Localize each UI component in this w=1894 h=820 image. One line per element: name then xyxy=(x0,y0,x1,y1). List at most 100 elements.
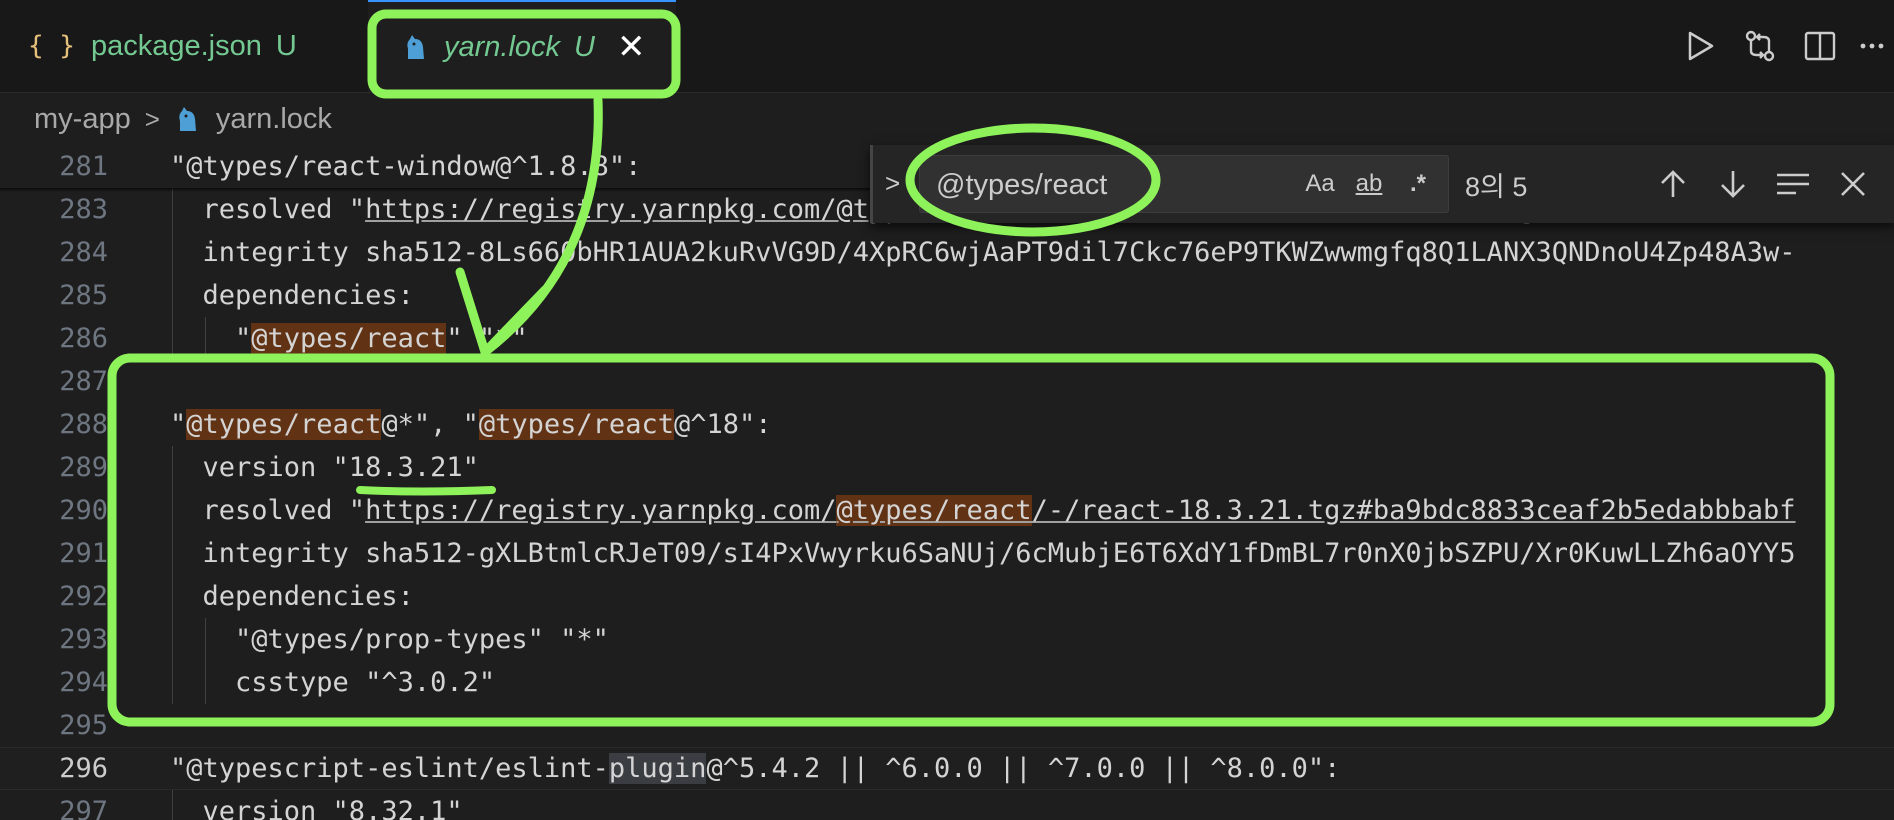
code-token: integrity sha512-gXLBtmlcRJeT09/sI4PxVwy… xyxy=(170,538,1796,569)
line-number: 292 xyxy=(59,581,108,612)
code-token: " "*" xyxy=(446,323,528,354)
editor-actions xyxy=(1670,0,1894,92)
line-number: 297 xyxy=(59,796,108,820)
code-line[interactable]: 284 integrity sha512-8Ls660bHR1AUA2kuRvV… xyxy=(0,231,1894,274)
use-regex-icon[interactable]: .* xyxy=(1398,166,1438,202)
indent-guide xyxy=(204,317,206,360)
close-tab-icon[interactable]: ✕ xyxy=(617,30,646,64)
code-line[interactable]: 285 dependencies: xyxy=(0,274,1894,317)
code-token: /-/react-18.3.21.tgz#ba9bdc8833ceaf2b5ed… xyxy=(1031,495,1796,526)
line-number: 293 xyxy=(59,624,108,655)
code-line[interactable]: 296 "@typescript-eslint/eslint-plugin@^5.… xyxy=(0,747,1894,790)
find-widget: > Aa ab .* 8의 5 xyxy=(870,145,1894,223)
indent-guide xyxy=(172,231,173,274)
json-file-icon: { } xyxy=(28,31,75,61)
line-number: 286 xyxy=(59,323,108,354)
breadcrumb-folder[interactable]: my-app xyxy=(34,103,131,136)
code-text: integrity sha512-gXLBtmlcRJeT09/sI4PxVwy… xyxy=(170,538,1796,569)
code-token: version "18.3.21" xyxy=(170,452,479,483)
code-line[interactable]: 287 xyxy=(0,360,1894,403)
tab-package-json[interactable]: { } package.json U xyxy=(0,0,368,92)
code-editor[interactable]: 283 resolved "https://registry.yarnpkg.c… xyxy=(0,145,1894,820)
code-text: csstype "^3.0.2" xyxy=(170,667,495,698)
indent-guide xyxy=(172,532,173,575)
code-token: @types/react xyxy=(186,409,382,440)
code-line[interactable]: 293 "@types/prop-types" "*" xyxy=(0,618,1894,661)
indent-guide xyxy=(172,575,173,618)
code-token: " xyxy=(170,323,252,354)
breadcrumb: my-app > yarn.lock xyxy=(0,93,1894,145)
code-token: dependencies: xyxy=(170,280,414,311)
code-token: @types/react xyxy=(836,495,1032,526)
code-line[interactable]: 295 xyxy=(0,704,1894,747)
line-number: 294 xyxy=(59,667,108,698)
code-text: "@types/react" "*" xyxy=(170,323,528,354)
indent-guide xyxy=(172,661,173,704)
indent-guide xyxy=(172,188,173,231)
line-number: 287 xyxy=(59,366,108,397)
line-number: 281 xyxy=(59,151,108,182)
more-icon[interactable] xyxy=(1850,16,1894,76)
find-input[interactable] xyxy=(934,156,1278,214)
code-token: plugin xyxy=(608,753,707,784)
code-line[interactable]: 292 dependencies: xyxy=(0,575,1894,618)
code-token: dependencies: xyxy=(170,581,414,612)
line-number: 284 xyxy=(59,237,108,268)
match-whole-word-icon[interactable]: ab xyxy=(1348,166,1390,202)
tab-yarn-lock[interactable]: yarn.lock U ✕ xyxy=(368,0,676,92)
line-number: 291 xyxy=(59,538,108,569)
code-token: https://registry.yarnpkg.com/ xyxy=(365,194,837,225)
untracked-badge: U xyxy=(275,29,297,62)
code-token: version "8.32.1" xyxy=(170,796,463,820)
code-text: dependencies: xyxy=(170,280,414,311)
code-text: "@types/react-window@^1.8.8": xyxy=(170,151,642,182)
line-number: 296 xyxy=(59,753,108,784)
code-token: "@types/prop-types" "*" xyxy=(170,624,609,655)
breadcrumb-separator: > xyxy=(144,103,160,134)
tab-label: yarn.lock xyxy=(444,30,561,63)
indent-guide xyxy=(172,790,173,820)
find-input-box: Aa ab .* xyxy=(919,155,1449,214)
line-number: 285 xyxy=(59,280,108,311)
arrow-up-icon[interactable] xyxy=(1643,154,1703,214)
indent-guide xyxy=(172,446,173,489)
code-token: @^5.4.2 || ^6.0.0 || ^7.0.0 || ^8.0.0": xyxy=(706,753,1341,784)
toggle-replace-icon[interactable]: > xyxy=(885,163,915,203)
code-token: @^18": xyxy=(673,409,772,440)
source-control-compare-icon[interactable] xyxy=(1730,16,1790,76)
breadcrumb-file[interactable]: yarn.lock xyxy=(216,103,332,136)
close-icon[interactable] xyxy=(1823,154,1883,214)
code-token: integrity sha512-8Ls660bHR1AUA2kuRvVG9D/… xyxy=(170,237,1796,268)
code-text: resolved "https://registry.yarnpkg.com/@… xyxy=(170,495,1796,526)
code-text: dependencies: xyxy=(170,581,414,612)
code-line[interactable]: 290 resolved "https://registry.yarnpkg.c… xyxy=(0,489,1894,532)
code-token: https://registry.yarnpkg.com/ xyxy=(365,495,837,526)
code-text: version "18.3.21" xyxy=(170,452,479,483)
indent-guide xyxy=(172,618,173,661)
match-case-icon[interactable]: Aa xyxy=(1300,166,1340,202)
line-number: 295 xyxy=(59,710,108,741)
yarn-cat-icon xyxy=(179,107,196,131)
code-line[interactable]: 291 integrity sha512-gXLBtmlcRJeT09/sI4P… xyxy=(0,532,1894,575)
line-number: 283 xyxy=(59,194,108,225)
code-text: "@types/prop-types" "*" xyxy=(170,624,609,655)
code-line[interactable]: 294 csstype "^3.0.2" xyxy=(0,661,1894,704)
code-text: "@typescript-eslint/eslint-plugin@^5.4.2… xyxy=(170,753,1340,784)
run-icon[interactable] xyxy=(1670,16,1730,76)
code-token: @*", " xyxy=(381,409,479,440)
split-editor-icon[interactable] xyxy=(1790,16,1850,76)
selection-icon[interactable] xyxy=(1763,154,1823,214)
code-line[interactable]: 288 "@types/react@*", "@types/react@^18": xyxy=(0,403,1894,446)
code-line[interactable]: 286 "@types/react" "*" xyxy=(0,317,1894,360)
code-text: integrity sha512-8Ls660bHR1AUA2kuRvVG9D/… xyxy=(170,237,1796,268)
line-number: 288 xyxy=(59,409,108,440)
arrow-down-icon[interactable] xyxy=(1703,154,1763,214)
code-token: @types/react xyxy=(251,323,447,354)
indent-guide xyxy=(204,661,206,704)
code-token: csstype "^3.0.2" xyxy=(170,667,496,698)
code-token: resolved " xyxy=(170,194,366,225)
line-number: 289 xyxy=(59,452,108,483)
code-line[interactable]: 297 version "8.32.1" xyxy=(0,790,1894,820)
yarn-cat-icon xyxy=(407,35,424,59)
code-line[interactable]: 289 version "18.3.21" xyxy=(0,446,1894,489)
